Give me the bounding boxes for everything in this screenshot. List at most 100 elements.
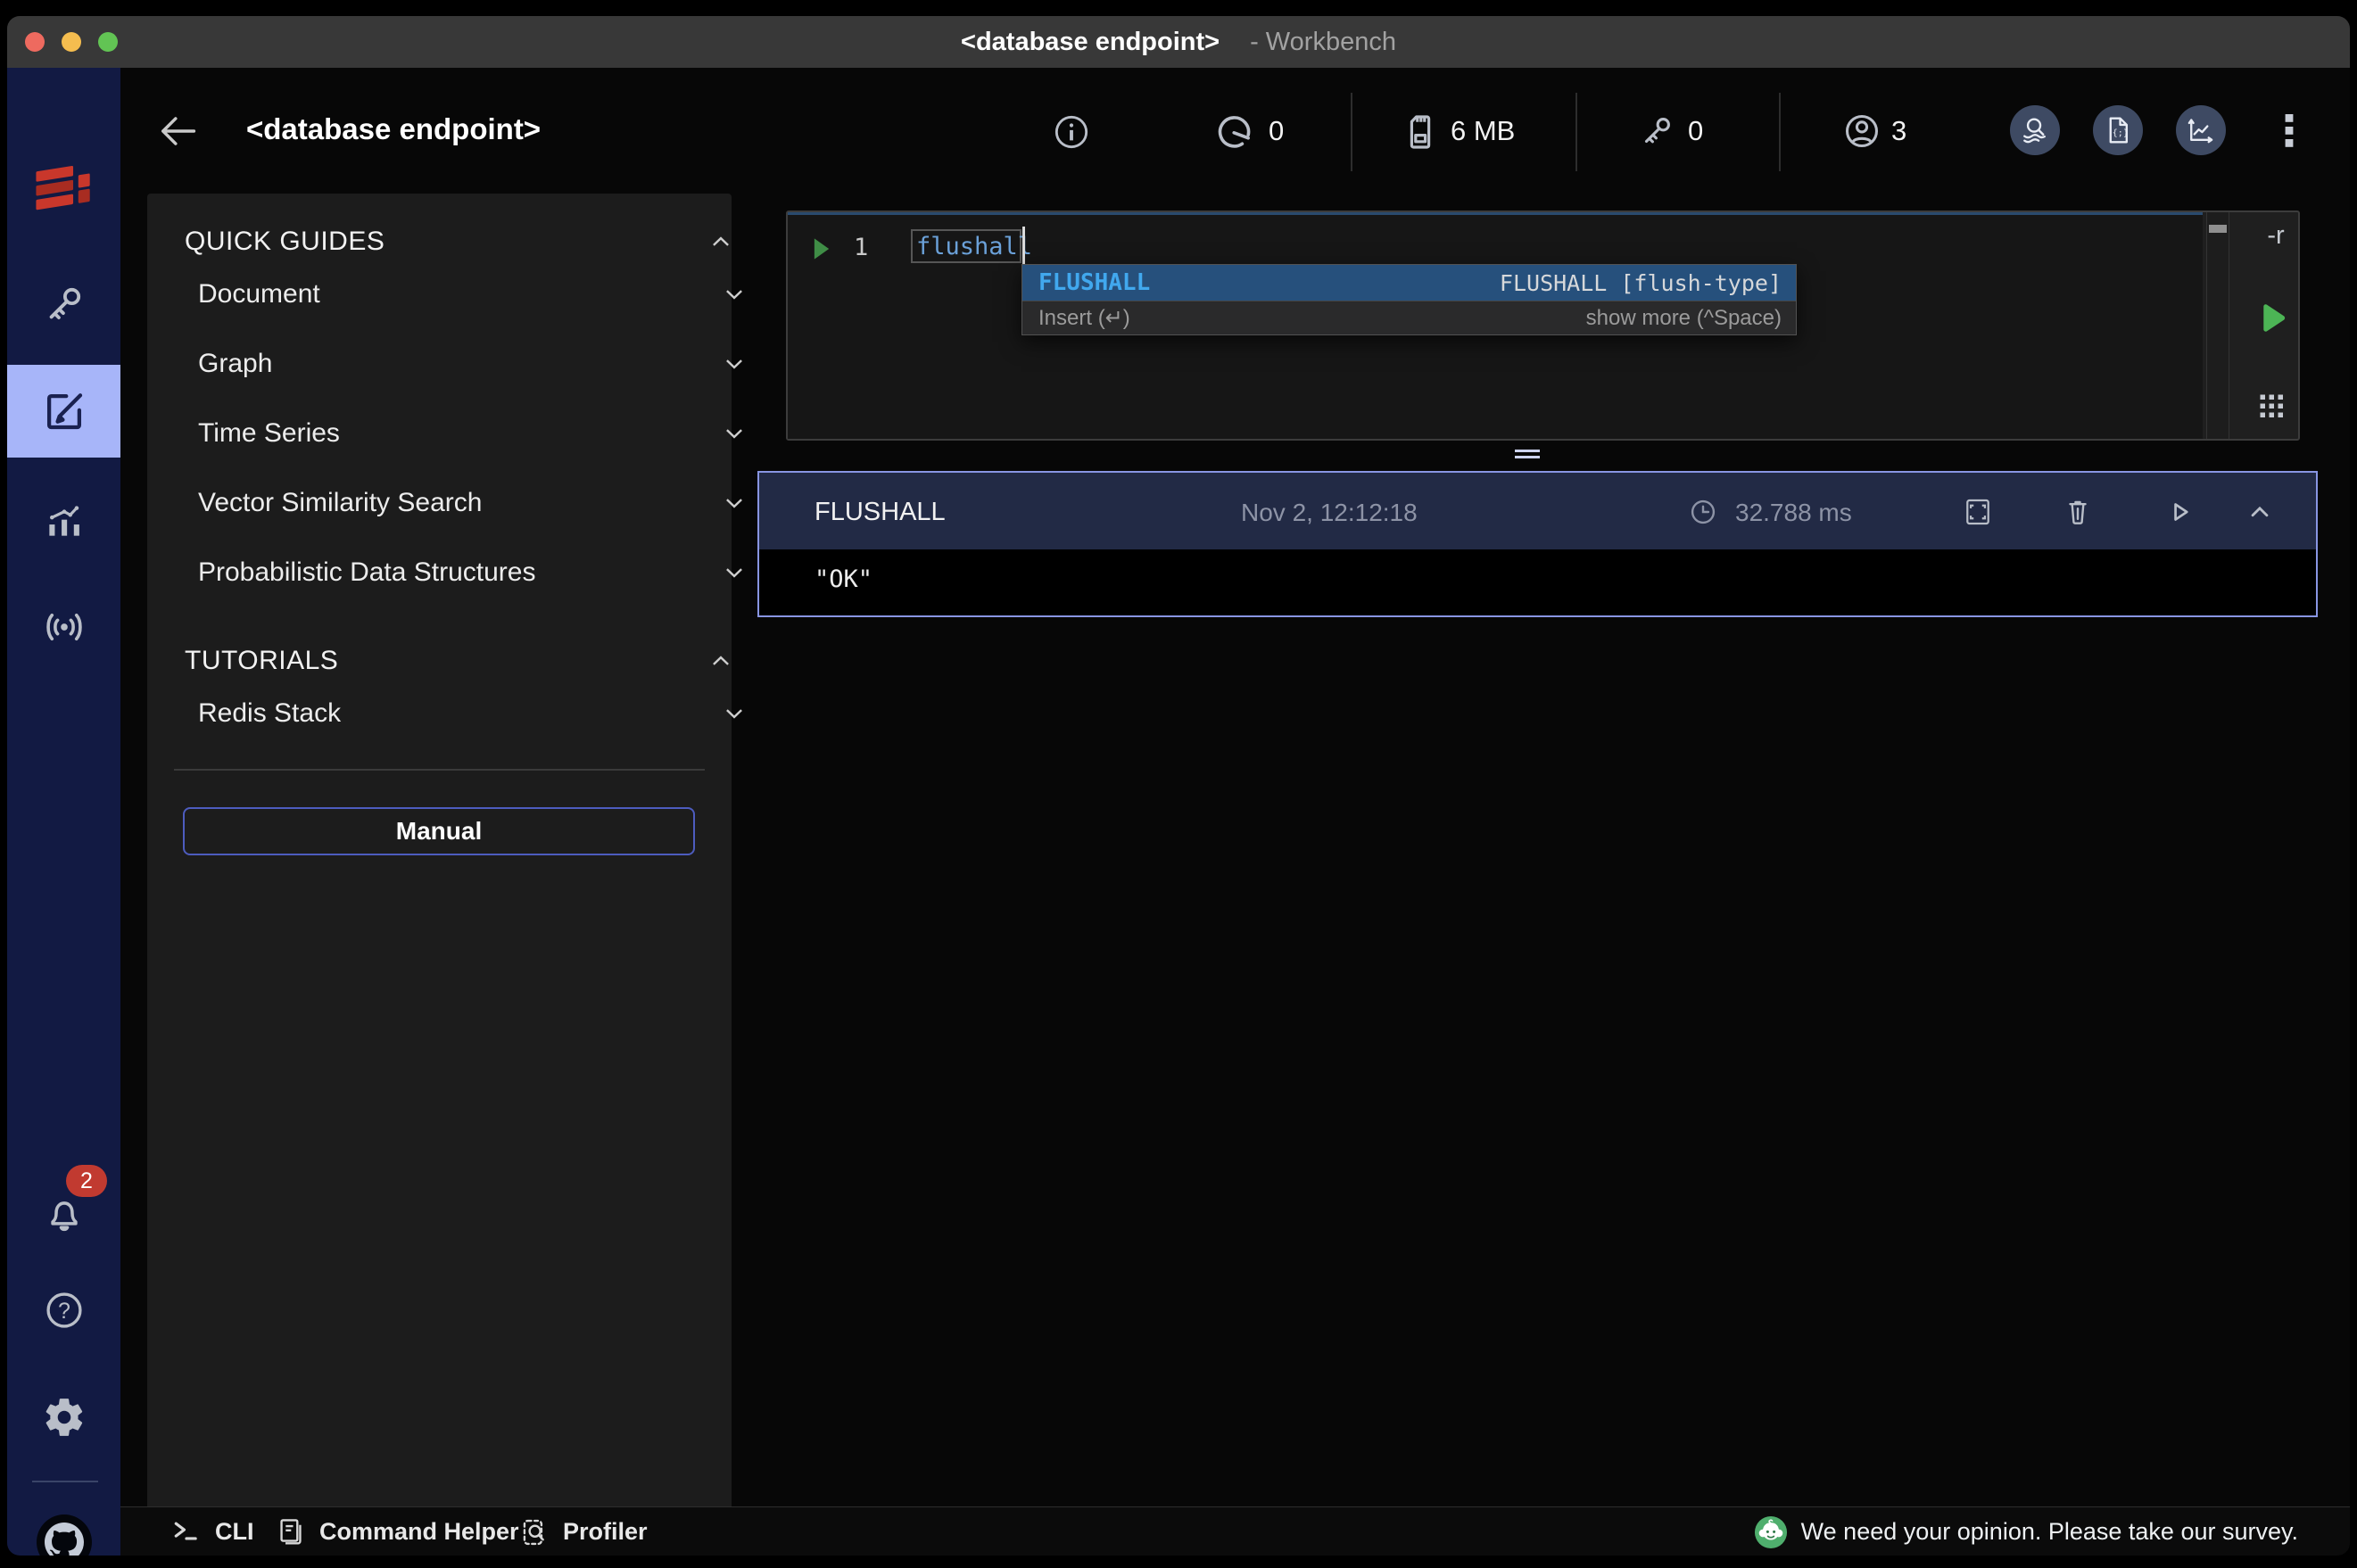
result-command: FLUSHALL [815, 498, 946, 527]
rerun-command-button[interactable] [2162, 494, 2197, 530]
trash-icon [2061, 495, 2095, 529]
titlebar: <database endpoint> - Workbench [7, 16, 2350, 68]
sidebar-item-workbench[interactable] [7, 365, 120, 458]
keys-icon [1636, 111, 1677, 152]
guide-item-label: Vector Similarity Search [198, 488, 482, 518]
guide-item-time-series[interactable]: Time Series [147, 410, 782, 457]
cpu-gauge-icon [1213, 111, 1256, 153]
bell-icon [42, 1192, 87, 1236]
editor-scrollbar-thumb[interactable] [2209, 225, 2227, 233]
key-browser-icon [40, 280, 88, 328]
cpu-value: 0 [1269, 115, 1284, 147]
header-divider [1779, 93, 1781, 171]
show-more-hint[interactable]: show more (^Space) [1586, 306, 1782, 331]
enablement-panel: QUICK GUIDES Document Graph Time Series … [147, 194, 732, 1515]
collapse-result-button[interactable] [2242, 494, 2278, 530]
panel-resize-handle[interactable] [1515, 450, 1540, 458]
back-button[interactable] [154, 108, 201, 154]
tutorial-item-redis-stack[interactable]: Redis Stack [147, 690, 782, 737]
sidebar-item-settings[interactable] [7, 1395, 120, 1440]
chevron-up-icon [2243, 495, 2277, 529]
survey-message: We need your opinion. Please take our su… [1801, 1518, 2298, 1546]
profiler-toggle[interactable]: Profiler [517, 1507, 648, 1556]
chevron-down-icon [718, 697, 750, 730]
gear-icon [42, 1395, 87, 1440]
suggestion-signature: FLUSHALL [flush-type] [1500, 270, 1782, 296]
editor-scrollbar[interactable] [2206, 212, 2229, 439]
fullscreen-button[interactable] [1960, 494, 1996, 530]
svg-text:{;}: {;} [2113, 128, 2129, 138]
window-title-app: - Workbench [1250, 28, 1396, 56]
pubsub-icon [40, 603, 88, 651]
kebab-menu-icon [2278, 107, 2300, 153]
command-helper-toggle[interactable]: Command Helper [274, 1507, 519, 1556]
run-query-button[interactable] [2254, 301, 2290, 336]
app-window: <database endpoint> - Workbench [7, 16, 2350, 1556]
terminal-icon [170, 1515, 203, 1549]
sidebar-item-notifications[interactable] [7, 1191, 120, 1237]
autocomplete-popup: FLUSHALL FLUSHALL [flush-type] Insert (↵… [1021, 264, 1797, 335]
guide-item-probabilistic[interactable]: Probabilistic Data Structures [147, 549, 782, 596]
survey-monkey-icon [1754, 1515, 1788, 1549]
github-icon [37, 1514, 92, 1556]
more-menu-button[interactable] [2278, 107, 2307, 153]
header-divider [1575, 93, 1577, 171]
document-icon [274, 1515, 308, 1549]
tutorial-item-label: Redis Stack [198, 698, 341, 729]
guide-item-label: Time Series [198, 418, 340, 449]
analytics-icon [40, 497, 88, 545]
suggestion-item-selected[interactable]: FLUSHALL FLUSHALL [flush-type] [1022, 265, 1796, 301]
suggestion-status-bar: Insert (↵) show more (^Space) [1022, 301, 1796, 334]
line-number: 1 [854, 234, 868, 261]
play-icon [2254, 300, 2290, 337]
quick-guides-title: QUICK GUIDES [185, 227, 385, 257]
db-info-icon[interactable] [1051, 111, 1092, 153]
tutorials-title: TUTORIALS [185, 646, 338, 676]
result-timestamp: Nov 2, 12:12:18 [1241, 499, 1418, 527]
fullscreen-icon [1961, 495, 1995, 529]
close-window-button[interactable] [25, 32, 45, 52]
guide-item-graph[interactable]: Graph [147, 341, 782, 387]
tutorials-header[interactable]: TUTORIALS [147, 638, 769, 684]
manual-button[interactable]: Manual [183, 807, 695, 855]
drag-handle[interactable] [2258, 392, 2285, 419]
guide-item-document[interactable]: Document [147, 271, 782, 318]
run-line-icon[interactable] [811, 236, 832, 261]
sidebar-item-github[interactable] [7, 1514, 120, 1556]
zoom-window-button[interactable] [98, 32, 118, 52]
result-duration: 32.788 ms [1735, 499, 1852, 527]
result-header: FLUSHALL Nov 2, 12:12:18 32.788 ms [759, 473, 2316, 549]
chevron-down-icon [718, 557, 750, 589]
minimize-window-button[interactable] [62, 32, 81, 52]
analytics-view-button[interactable] [2176, 105, 2226, 155]
browse-guides-button[interactable] [2010, 105, 2060, 155]
sidebar-item-help[interactable]: ? [7, 1288, 120, 1333]
guide-item-vector-similarity[interactable]: Vector Similarity Search [147, 480, 782, 526]
guide-item-label: Graph [198, 349, 272, 379]
nav-sidebar: 2 ? [7, 68, 120, 1556]
sidebar-item-pubsub[interactable] [7, 602, 120, 652]
guides-divider [174, 769, 705, 771]
delete-result-button[interactable] [2060, 494, 2096, 530]
json-view-button[interactable]: {;} [2093, 105, 2143, 155]
clients-icon [1841, 111, 1882, 152]
svg-text:?: ? [58, 1299, 70, 1324]
memory-value: 6 MB [1451, 115, 1515, 147]
sidebar-item-browser[interactable] [7, 279, 120, 329]
memory-icon [1399, 111, 1442, 153]
sidebar-divider [32, 1481, 98, 1482]
suggestion-label: FLUSHALL [1038, 269, 1150, 296]
chevron-down-icon [718, 278, 750, 310]
guide-item-label: Probabilistic Data Structures [198, 557, 536, 588]
window-title-db: <database endpoint> [961, 28, 1220, 56]
redis-logo-icon [32, 154, 96, 213]
json-document-icon: {;} [2101, 113, 2135, 147]
current-word-box: flushall [911, 229, 1021, 263]
notification-count: 2 [80, 1168, 93, 1194]
line-chart-icon [2184, 113, 2218, 147]
cli-toggle[interactable]: CLI [170, 1507, 254, 1556]
bottom-toolbar: CLI Command Helper Profiler [120, 1506, 2350, 1556]
quick-guides-header[interactable]: QUICK GUIDES [147, 219, 769, 265]
survey-link[interactable]: We need your opinion. Please take our su… [1754, 1507, 2298, 1556]
sidebar-item-analytics[interactable] [7, 496, 120, 546]
